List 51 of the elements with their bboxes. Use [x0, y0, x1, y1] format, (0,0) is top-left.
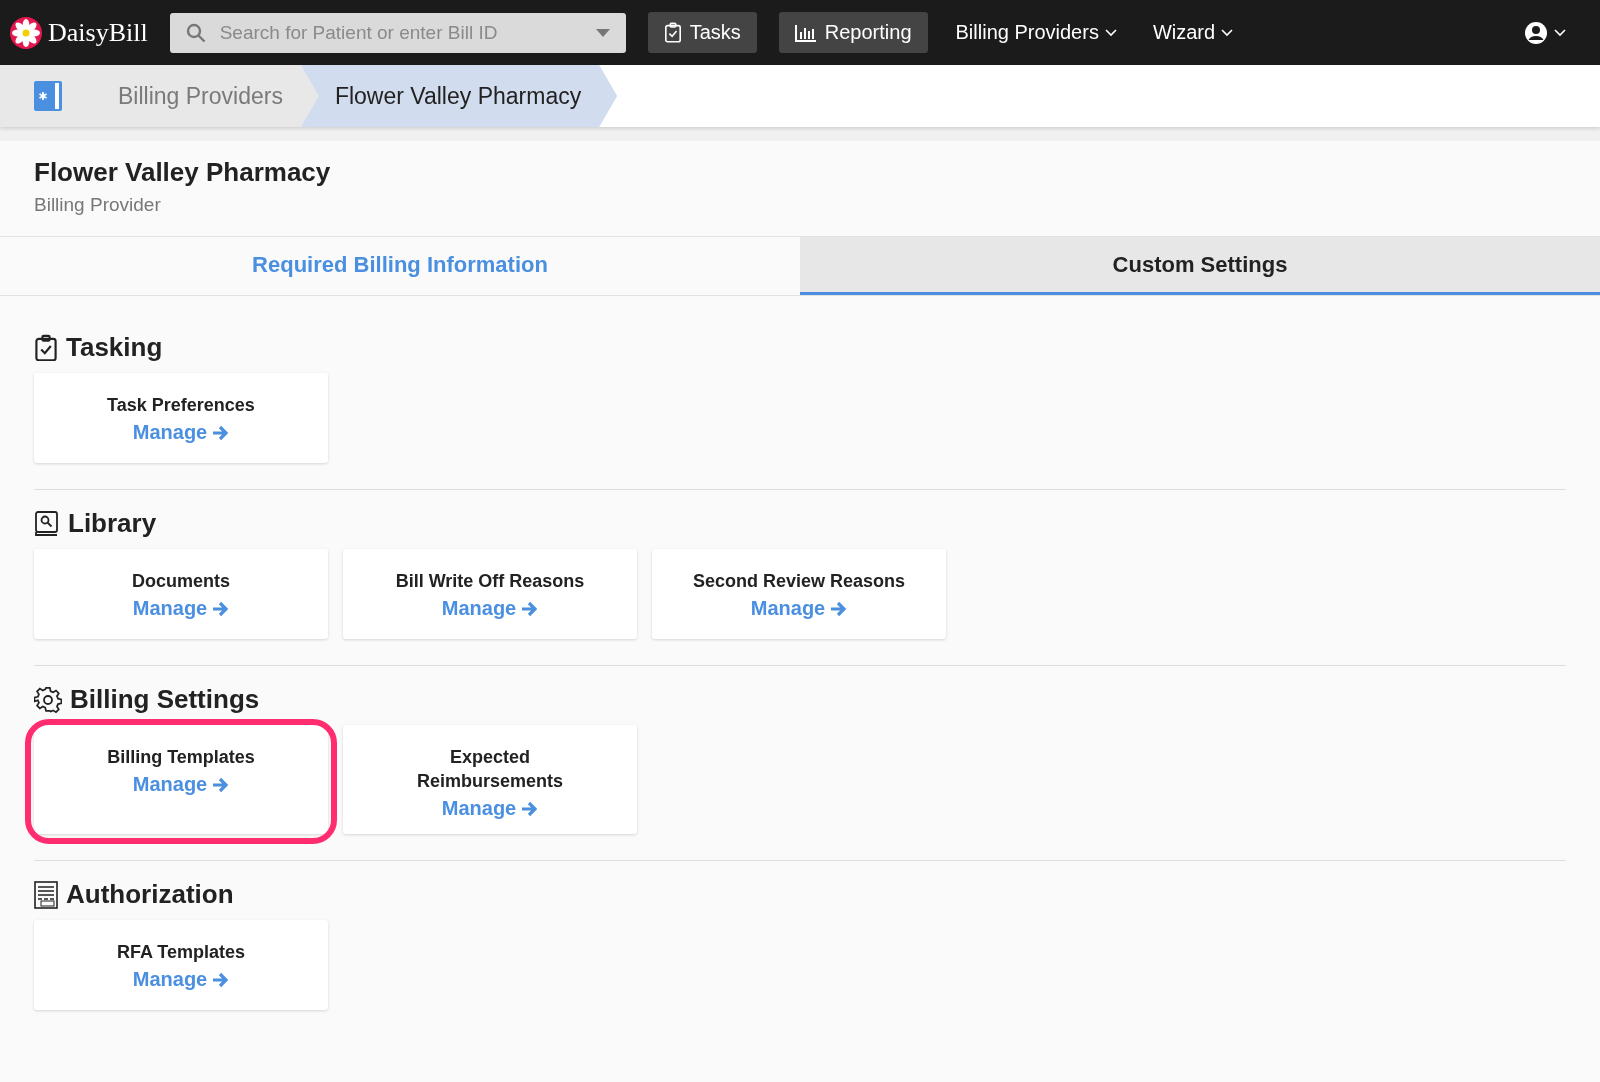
arrow-right-icon — [521, 800, 539, 817]
page-title: Flower Valley Pharmacy — [34, 157, 332, 188]
arrow-right-icon — [212, 971, 230, 988]
card-title: Expected Reimbursements — [415, 746, 565, 793]
user-menu[interactable] — [1524, 20, 1566, 45]
chevron-down-icon — [1104, 28, 1117, 37]
page-subtitle: Billing Provider — [34, 194, 162, 216]
nav-button[interactable]: Tasks — [647, 12, 757, 53]
arrow-right-icon — [212, 600, 230, 617]
section-title: Tasking — [66, 332, 163, 363]
medical-binder-icon — [34, 81, 62, 111]
manage-link[interactable]: Manage — [441, 597, 539, 620]
manage-link[interactable]: Manage — [132, 597, 230, 620]
form-document-icon — [34, 880, 58, 909]
manage-link[interactable]: Manage — [132, 421, 230, 444]
bar-chart-icon — [794, 23, 817, 42]
card-title: Documents — [132, 570, 230, 593]
arrow-right-icon — [212, 776, 230, 793]
section-title: Library — [68, 508, 157, 539]
tab[interactable]: Custom Settings — [800, 237, 1600, 295]
logo-text[interactable]: DaisyBill — [48, 17, 148, 48]
card-title: Bill Write Off Reasons — [395, 570, 585, 593]
manage-link[interactable]: Manage — [132, 968, 230, 991]
arrow-right-icon — [521, 600, 539, 617]
nav-dropdown[interactable]: Billing Providers — [949, 21, 1123, 44]
manage-link[interactable]: Manage — [132, 773, 230, 796]
card-title: RFA Templates — [117, 941, 245, 964]
flower-logo-icon — [10, 16, 42, 49]
breadcrumb-item[interactable]: Billing Providers — [102, 65, 319, 127]
section-title: Billing Settings — [70, 684, 260, 715]
nav-button[interactable]: Reporting — [778, 12, 928, 53]
search-icon — [185, 22, 206, 43]
chevron-down-icon — [1554, 28, 1566, 37]
gear-icon — [34, 685, 62, 714]
arrow-right-icon — [830, 600, 848, 617]
section-title: Authorization — [66, 879, 234, 910]
manage-link[interactable]: Manage — [441, 797, 539, 820]
clipboard-check-icon — [663, 22, 682, 43]
book-search-icon — [34, 509, 60, 538]
card-title: Task Preferences — [107, 394, 255, 417]
card-title: Billing Templates — [107, 746, 255, 769]
nav-dropdown[interactable]: Wizard — [1146, 21, 1240, 44]
search-field[interactable]: Search for Patient or enter Bill ID — [169, 12, 626, 53]
dropdown-caret-icon — [595, 28, 610, 37]
user-avatar-icon — [1524, 20, 1548, 45]
arrow-right-icon — [212, 424, 230, 441]
card-title: Second Review Reasons — [692, 570, 906, 593]
clipboard-check-icon — [34, 333, 58, 362]
breadcrumb-item[interactable]: Flower Valley Pharmacy — [318, 65, 618, 127]
chevron-down-icon — [1221, 28, 1234, 37]
manage-link[interactable]: Manage — [750, 597, 848, 620]
